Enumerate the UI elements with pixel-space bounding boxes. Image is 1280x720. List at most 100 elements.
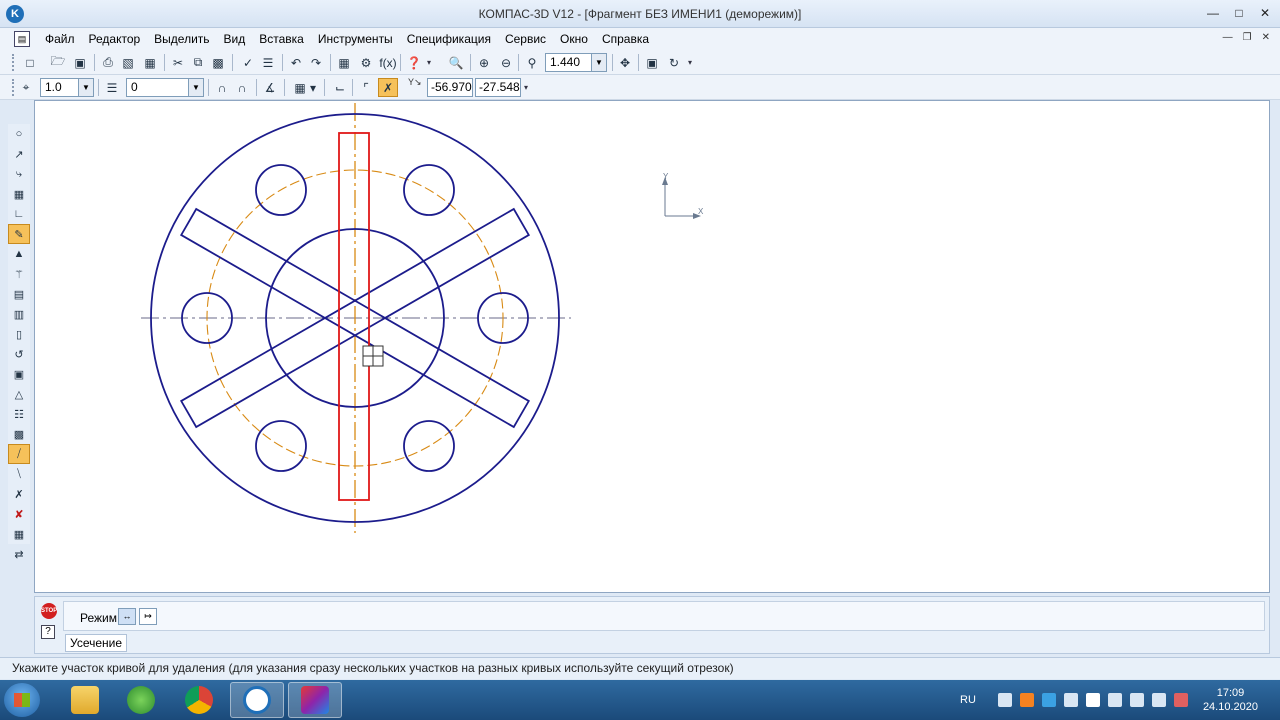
paste-icon[interactable]: ▩ [208,53,228,72]
command-tab-trim[interactable]: Усечение [65,634,128,652]
toolbar-overflow-icon[interactable]: ▾ [427,58,435,72]
coord-y-field[interactable]: -27.548 [475,78,521,97]
copy-icon[interactable]: ⧉ [188,53,208,72]
taskbar-downloader[interactable] [114,682,168,718]
join-icon[interactable]: ⇄ [8,544,30,564]
toolbar-overflow-icon[interactable]: ▾ [688,58,696,72]
trim-curve-icon[interactable]: ⧸ [8,444,30,464]
doc-minimize-icon[interactable]: — [1223,32,1233,43]
move-icon[interactable]: ▯ [8,324,30,344]
geometry-icon[interactable]: ○ [8,124,30,144]
dimensions-icon[interactable]: ↗ [8,144,30,164]
round-off-icon[interactable]: ✗ [378,78,398,97]
symmetry-icon[interactable]: △ [8,384,30,404]
document-icon[interactable]: ▤ [14,31,30,47]
cut-icon[interactable]: ✂ [168,53,188,72]
ortho-icon[interactable]: ∡ [260,78,280,97]
tray-tool-icon[interactable] [1173,693,1188,707]
language-indicator[interactable]: RU [960,694,976,706]
tray-network-icon[interactable] [1041,693,1056,707]
save-icon[interactable]: ▣ [70,53,90,72]
trim-mode-delete-icon[interactable]: ↔ [118,608,136,625]
spec-icon[interactable]: ▤ [8,284,30,304]
break-curve-icon[interactable]: ✗ [8,484,30,504]
action-center-flag-icon[interactable] [1107,693,1122,707]
minimize-icon[interactable]: — [1206,6,1220,20]
help-pointer-icon[interactable]: ❓ [404,53,424,72]
rotate-icon[interactable]: ↺ [8,344,30,364]
menu-insert[interactable]: Вставка [252,32,311,46]
chevron-down-icon[interactable]: ▼ [591,54,606,71]
cursor-step-icon[interactable]: ⌖ [16,78,36,97]
chevron-down-icon[interactable]: ▼ [188,79,203,96]
menu-service[interactable]: Сервис [498,32,553,46]
menu-specification[interactable]: Спецификация [400,32,498,46]
grid-dropdown-icon[interactable]: ▾ [308,78,318,97]
help-icon[interactable]: ? [41,625,55,639]
chevron-down-icon[interactable]: ▼ [78,79,93,96]
maximize-icon[interactable]: □ [1232,6,1246,20]
grid-icon[interactable]: ▦ [290,78,310,97]
tray-avast-icon[interactable] [1019,693,1034,707]
measurements-icon[interactable]: ✎ [8,224,30,244]
coord-x-field[interactable]: -56.970 [427,78,473,97]
close-icon[interactable]: ✕ [1258,6,1272,20]
scale-icon[interactable]: ▣ [8,364,30,384]
toolbar-overflow-icon[interactable]: ▾ [524,83,532,97]
properties-list-icon[interactable]: ☰ [258,53,278,72]
show-all-icon[interactable]: ▣ [642,53,662,72]
deform-icon[interactable]: ▩ [8,424,30,444]
local-cs-icon[interactable]: ⌙ [330,78,350,97]
snap-local-icon[interactable]: ∩ [232,78,252,97]
explode-icon[interactable]: ▦ [8,524,30,544]
formula-fx-icon[interactable]: f(x) [378,53,398,72]
snap-magnet-icon[interactable]: ∩ [212,78,232,97]
taskbar-recorder[interactable] [288,682,342,718]
taskbar-chrome[interactable] [172,682,226,718]
print-preview-icon[interactable]: ▧ [118,53,138,72]
menu-help[interactable]: Справка [595,32,656,46]
delete-region-icon[interactable]: ✘ [8,504,30,524]
reports-icon[interactable]: ▥ [8,304,30,324]
associative-views-icon[interactable]: ⚚ [8,264,30,284]
redo-icon[interactable]: ↷ [306,53,326,72]
variables-icon[interactable]: ⚙ [356,53,376,72]
menu-file[interactable]: Файл [38,32,82,46]
refresh-icon[interactable]: ↻ [664,53,684,72]
properties-copy-icon[interactable]: ✓ [238,53,258,72]
editing-icon[interactable]: ▦ [8,184,30,204]
print-icon[interactable]: ⎙ [98,53,118,72]
selection-icon[interactable]: ▲ [8,244,30,264]
parametrization-icon[interactable]: ∟ [8,204,30,224]
menu-select[interactable]: Выделить [147,32,216,46]
drawing-canvas[interactable]: Y X [34,100,1270,593]
usb-device-icon[interactable] [1129,693,1144,707]
document-manager-icon[interactable]: ▦ [140,53,160,72]
bluetooth-icon[interactable] [1085,693,1100,707]
menu-edit[interactable]: Редактор [82,32,148,46]
stop-icon[interactable]: STOP [41,603,57,619]
new-document-icon[interactable]: □ [20,53,40,72]
zoom-window-icon[interactable]: 🔍 [446,53,466,72]
taskbar-kompas[interactable] [230,682,284,718]
system-clock[interactable]: 17:09 24.10.2020 [1203,686,1258,714]
open-folder-icon[interactable]: 🗁 [48,53,68,72]
taskbar-explorer[interactable] [58,682,112,718]
copy-objects-icon[interactable]: ☷ [8,404,30,424]
doc-close-icon[interactable]: ✕ [1262,32,1270,43]
zoom-scale-icon[interactable]: ⚲ [522,53,542,72]
step-combo[interactable]: 1.0 ▼ [40,78,94,97]
trim-by-points-icon[interactable]: ⧹ [8,464,30,484]
orthogonal-mode-icon[interactable]: ⌜ [356,78,376,97]
pan-icon[interactable]: ✥ [615,53,635,72]
doc-restore-icon[interactable]: ❐ [1243,32,1252,43]
wifi-signal-icon[interactable] [1151,693,1166,707]
menu-tools[interactable]: Инструменты [311,32,400,46]
toolbar-grip[interactable] [12,54,16,71]
zoom-out-icon[interactable]: ⊖ [496,53,516,72]
layer-combo[interactable]: 0 ▼ [126,78,204,97]
designations-icon[interactable]: ⤷ [8,164,30,184]
layers-icon[interactable]: ☰ [102,78,122,97]
library-manager-icon[interactable]: ▦ [334,53,354,72]
undo-icon[interactable]: ↶ [286,53,306,72]
